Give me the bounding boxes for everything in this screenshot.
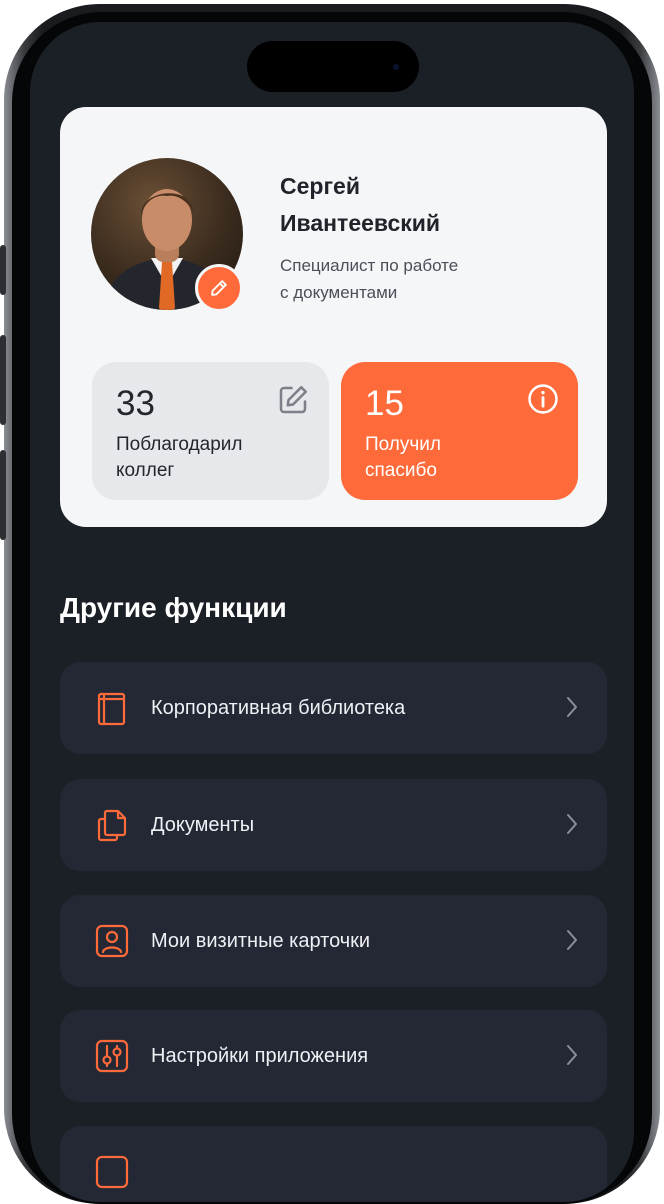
edit-avatar-button[interactable]: [195, 264, 243, 312]
user-role-line-1: Специалист по работе: [280, 256, 459, 275]
menu-item-corporate-library[interactable]: Корпоративная библиотека: [60, 662, 607, 754]
user-last-name: Ивантеевский: [280, 210, 441, 236]
thanked-label-line-2: коллег: [116, 460, 175, 481]
phone-volume-down-button: [0, 450, 6, 540]
received-label-line-2: спасибо: [365, 460, 437, 481]
contact-card-icon: [95, 924, 129, 958]
sliders-icon: [95, 1039, 129, 1073]
chevron-right-icon: [567, 1045, 577, 1065]
book-icon: [97, 692, 126, 726]
user-role: Специалист по работе с документами: [280, 252, 540, 306]
menu-item-label: Документы: [151, 814, 255, 836]
menu-item-label: Настройки приложения: [151, 1045, 369, 1067]
thanked-colleagues-stat[interactable]: 33 Поблагодарил коллег: [92, 362, 329, 500]
received-count: 15: [365, 384, 404, 423]
user-name: Сергей Ивантеевский: [280, 168, 580, 242]
menu-item-label: Мои визитные карточки: [151, 930, 371, 952]
phone-volume-up-button: [0, 335, 6, 425]
section-title: Другие функции: [60, 592, 287, 623]
chevron-right-icon: [567, 697, 577, 717]
pencil-icon: [211, 280, 227, 296]
app-screen: Сергей Ивантеевский Специалист по работе…: [30, 22, 634, 1202]
thanked-label-line-1: Поблагодарил: [116, 434, 243, 455]
compose-icon[interactable]: [275, 382, 311, 418]
chevron-right-icon: [567, 930, 577, 950]
user-role-line-2: с документами: [280, 283, 398, 302]
menu-item-app-settings[interactable]: Настройки приложения: [60, 1010, 607, 1102]
documents-icon: [97, 809, 127, 842]
menu-item-documents[interactable]: Документы: [60, 779, 607, 871]
received-thanks-stat[interactable]: 15 Получил спасибо: [341, 362, 578, 500]
thanked-count: 33: [116, 384, 155, 423]
received-label: Получил спасибо: [365, 432, 555, 484]
user-first-name: Сергей: [280, 173, 360, 199]
chevron-right-icon: [567, 814, 577, 834]
menu-item-business-cards[interactable]: Мои визитные карточки: [60, 895, 607, 987]
menu-item-label: Корпоративная библиотека: [151, 697, 406, 719]
front-camera: [393, 64, 399, 70]
phone-action-button: [0, 245, 6, 295]
menu-item-partial[interactable]: [60, 1126, 607, 1202]
dynamic-island: [247, 41, 419, 92]
received-label-line-1: Получил: [365, 434, 441, 455]
partial-menu-icon: [95, 1155, 129, 1189]
info-icon[interactable]: [526, 382, 560, 416]
profile-card: Сергей Ивантеевский Специалист по работе…: [60, 107, 607, 527]
thanked-label: Поблагодарил коллег: [116, 432, 306, 484]
